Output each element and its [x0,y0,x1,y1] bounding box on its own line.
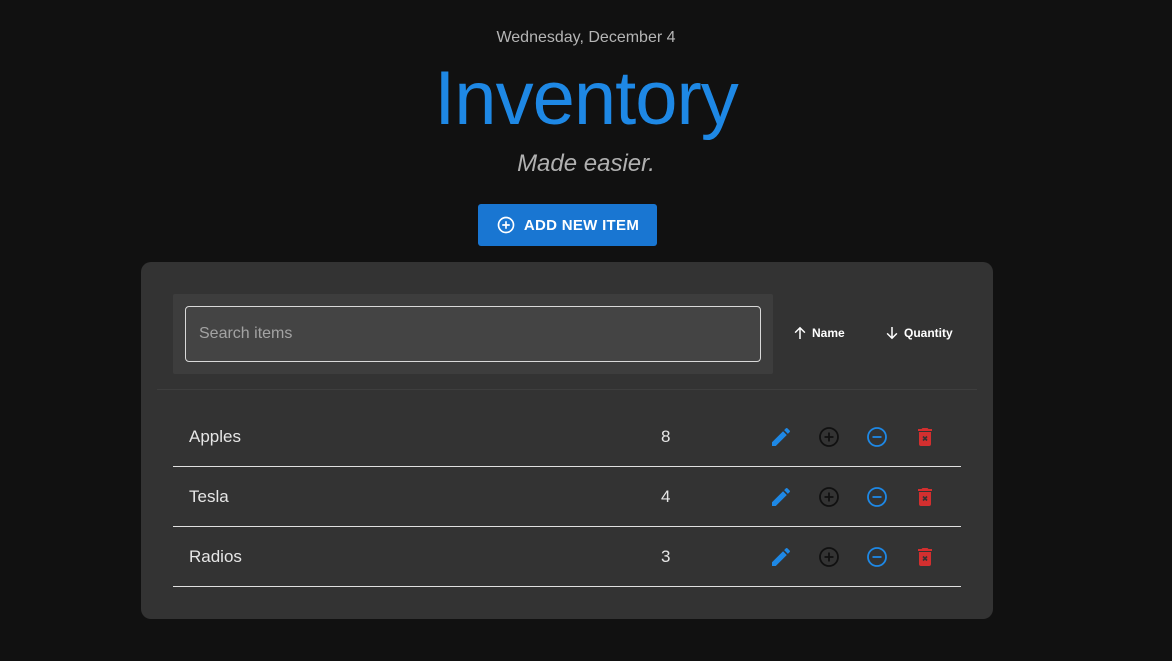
edit-button[interactable] [768,544,794,570]
decrement-button[interactable] [864,544,890,570]
search-container [173,294,773,374]
arrow-down-icon [886,327,898,340]
page-title: Inventory [434,56,739,141]
table-row: Radios 3 [173,527,961,587]
table-row: Apples 8 [173,407,961,467]
date-label: Wednesday, December 4 [496,29,676,46]
pencil-icon [772,547,791,566]
page-subtitle: Made easier. [517,150,655,177]
sort-by-name-button[interactable]: Name [791,320,845,346]
plus-circle-icon [819,547,839,567]
add-new-item-label: ADD NEW ITEM [523,216,640,234]
trash-icon [918,488,932,506]
plus-circle-icon [819,427,839,447]
item-name: Radios [189,547,242,566]
trash-icon [918,548,932,566]
decrement-button[interactable] [864,424,890,450]
item-name: Apples [189,427,241,446]
add-new-item-button[interactable]: ADD NEW ITEM [478,204,657,246]
increment-button[interactable] [816,424,842,450]
minus-circle-icon [867,427,887,447]
decrement-button[interactable] [864,484,890,510]
inventory-card: Name Quantity Apples 8 Tesla [141,262,993,619]
edit-button[interactable] [768,424,794,450]
delete-button[interactable] [912,544,938,570]
increment-button[interactable] [816,544,842,570]
arrow-up-icon [794,326,806,339]
divider [157,389,977,390]
plus-circle-icon [819,487,839,507]
pencil-icon [772,487,791,506]
item-quantity: 8 [661,427,671,446]
item-name: Tesla [189,487,229,506]
delete-button[interactable] [912,484,938,510]
search-input[interactable] [185,306,761,362]
trash-icon [918,428,932,446]
minus-circle-icon [867,487,887,507]
add-circle-icon [497,216,515,234]
sort-name-label: Name [812,326,845,340]
sort-by-quantity-button[interactable]: Quantity [883,320,953,346]
minus-circle-icon [867,547,887,567]
table-row: Tesla 4 [173,467,961,527]
edit-button[interactable] [768,484,794,510]
pencil-icon [772,427,791,446]
item-list: Apples 8 Tesla 4 Radios 3 [173,407,961,587]
item-quantity: 3 [661,547,671,566]
sort-quantity-label: Quantity [904,326,953,340]
increment-button[interactable] [816,484,842,510]
item-quantity: 4 [661,487,671,506]
delete-button[interactable] [912,424,938,450]
